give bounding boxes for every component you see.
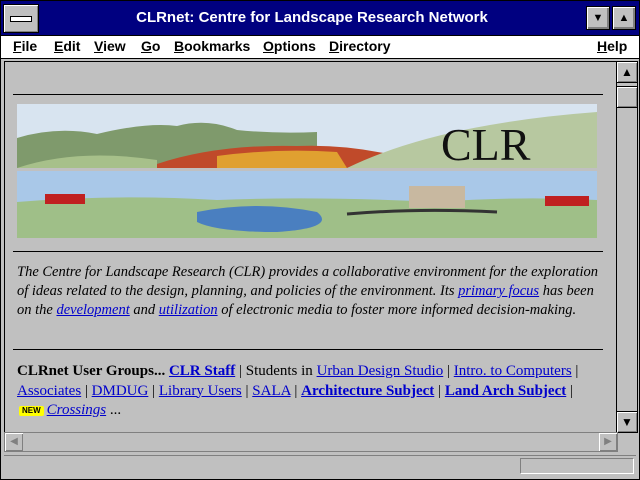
link-sala[interactable]: SALA: [252, 383, 290, 399]
scroll-right-button[interactable]: ▶: [599, 433, 617, 451]
link-crossings[interactable]: Crossings: [47, 402, 106, 418]
clr-banner-image: CLR: [17, 104, 597, 238]
students-label: | Students in: [235, 363, 317, 379]
system-menu-icon: [10, 16, 32, 22]
page-content-frame[interactable]: CLR The Centre for Landscape Research (C…: [4, 61, 617, 433]
intro-text-3: and: [129, 302, 159, 318]
title-bar[interactable]: CLRnet: Centre for Landscape Research Ne…: [1, 1, 639, 36]
window-title: CLRnet: Centre for Landscape Research Ne…: [136, 9, 488, 26]
intro-text-4: of electronic media to foster more infor…: [217, 302, 577, 318]
status-bar: [4, 455, 636, 476]
menu-bookmarks[interactable]: Bookmarks: [174, 38, 250, 54]
link-land-arch-subject[interactable]: Land Arch Subject: [445, 383, 566, 399]
scroll-left-button[interactable]: ◀: [5, 433, 23, 451]
status-progress-field: [520, 458, 634, 474]
user-groups: CLRnet User Groups... CLR Staff | Studen…: [17, 363, 579, 418]
minimize-icon: ▼: [592, 12, 604, 24]
menu-directory[interactable]: Directory: [329, 38, 390, 54]
user-groups-heading: CLRnet User Groups...: [17, 363, 166, 379]
groups-ellipsis: ...: [106, 402, 122, 418]
link-intro-computers[interactable]: Intro. to Computers: [454, 363, 572, 379]
horizontal-scrollbar[interactable]: ◀ ▶: [4, 432, 618, 452]
new-badge-icon: NEW: [19, 405, 44, 416]
link-utilization[interactable]: utilization: [159, 302, 218, 318]
menu-go[interactable]: Go: [141, 38, 160, 54]
scroll-down-button[interactable]: ▼: [617, 411, 637, 432]
link-development[interactable]: development: [56, 302, 129, 318]
middle-divider: [13, 251, 603, 252]
banner-red-building-right: [545, 196, 589, 206]
maximize-icon: ▲: [618, 12, 630, 24]
arrow-up-icon: ▲: [621, 65, 633, 79]
menu-options[interactable]: Options: [263, 38, 316, 54]
maximize-button[interactable]: ▲: [612, 6, 636, 30]
scroll-up-button[interactable]: ▲: [617, 62, 637, 83]
arrow-down-icon: ▼: [621, 415, 633, 429]
link-urban-design-studio[interactable]: Urban Design Studio: [317, 363, 444, 379]
banner-logo-text: CLR: [441, 119, 531, 170]
arrow-right-icon: ▶: [604, 436, 612, 447]
vertical-scrollbar[interactable]: ▲ ▼: [616, 61, 638, 433]
link-dmdug[interactable]: DMDUG: [92, 383, 149, 399]
menu-bar: File Edit View Go Bookmarks Options Dire…: [1, 36, 639, 59]
link-library-users[interactable]: Library Users: [159, 383, 242, 399]
menu-edit[interactable]: Edit: [54, 38, 80, 54]
lower-divider: [13, 349, 603, 350]
minimize-button[interactable]: ▼: [586, 6, 610, 30]
system-menu-button[interactable]: [3, 4, 39, 33]
intro-paragraph: The Centre for Landscape Research (CLR) …: [17, 263, 607, 320]
arrow-left-icon: ◀: [10, 436, 18, 447]
vertical-scroll-thumb[interactable]: [617, 86, 637, 108]
banner-castle: [409, 186, 465, 208]
link-associates[interactable]: Associates: [17, 383, 81, 399]
top-divider: [13, 94, 603, 95]
menu-file[interactable]: File: [13, 38, 37, 54]
menu-help[interactable]: Help: [597, 38, 627, 54]
banner-red-building-left: [45, 194, 85, 204]
menu-view[interactable]: View: [94, 38, 126, 54]
link-clr-staff[interactable]: CLR Staff: [169, 363, 235, 379]
link-architecture-subject[interactable]: Architecture Subject: [301, 383, 434, 399]
link-primary-focus[interactable]: primary focus: [458, 283, 539, 299]
browser-window: CLRnet: Centre for Landscape Research Ne…: [0, 0, 640, 480]
